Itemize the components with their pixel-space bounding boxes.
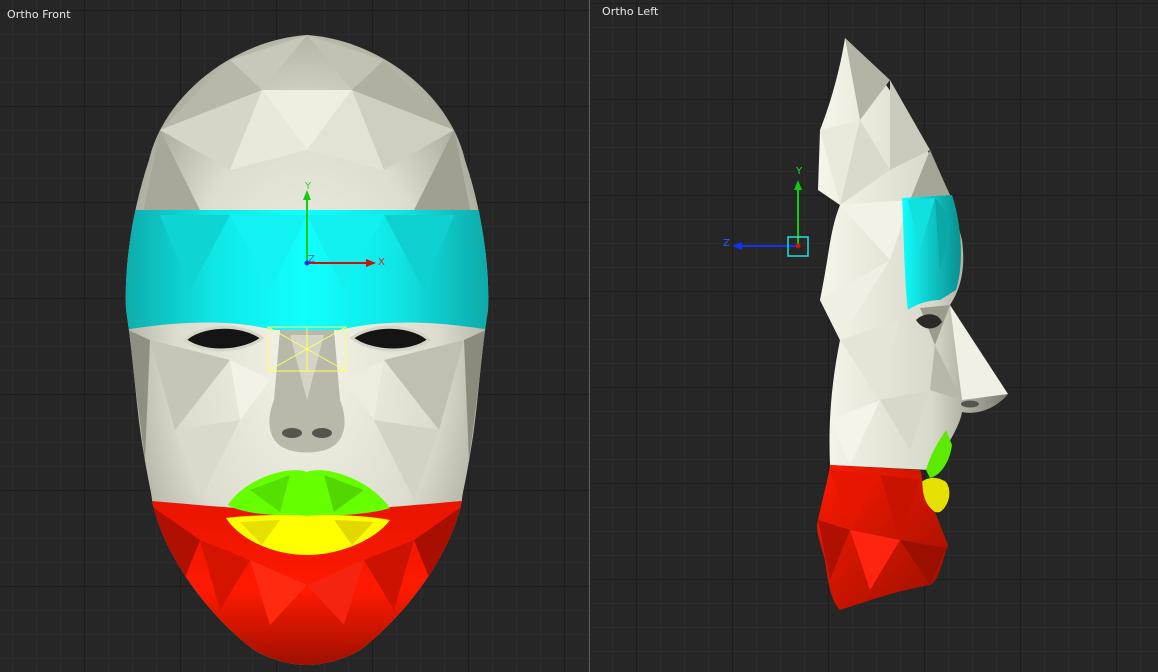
axis-label-y-left: Y [795,166,803,177]
axis-label-x-front: X [378,257,385,268]
viewport-area: Y X Z Ortho Front Y Z Ortho Left [0,0,1158,672]
axis-label-z-front: Z [308,254,315,265]
axis-label-z-left: Z [723,238,730,249]
viewport-ortho-front[interactable]: Y X Z Ortho Front [0,0,589,672]
front-face-mesh[interactable]: Y X Z [0,0,589,672]
side-face-mesh[interactable]: Y Z [590,0,1158,672]
transform-gizmo-left [732,180,809,257]
viewport-label-left: Ortho Left [602,5,659,18]
viewport-label-front: Ortho Front [7,8,71,21]
viewport-ortho-left[interactable]: Y Z Ortho Left [590,0,1158,672]
axis-label-y-front: Y [304,181,312,192]
